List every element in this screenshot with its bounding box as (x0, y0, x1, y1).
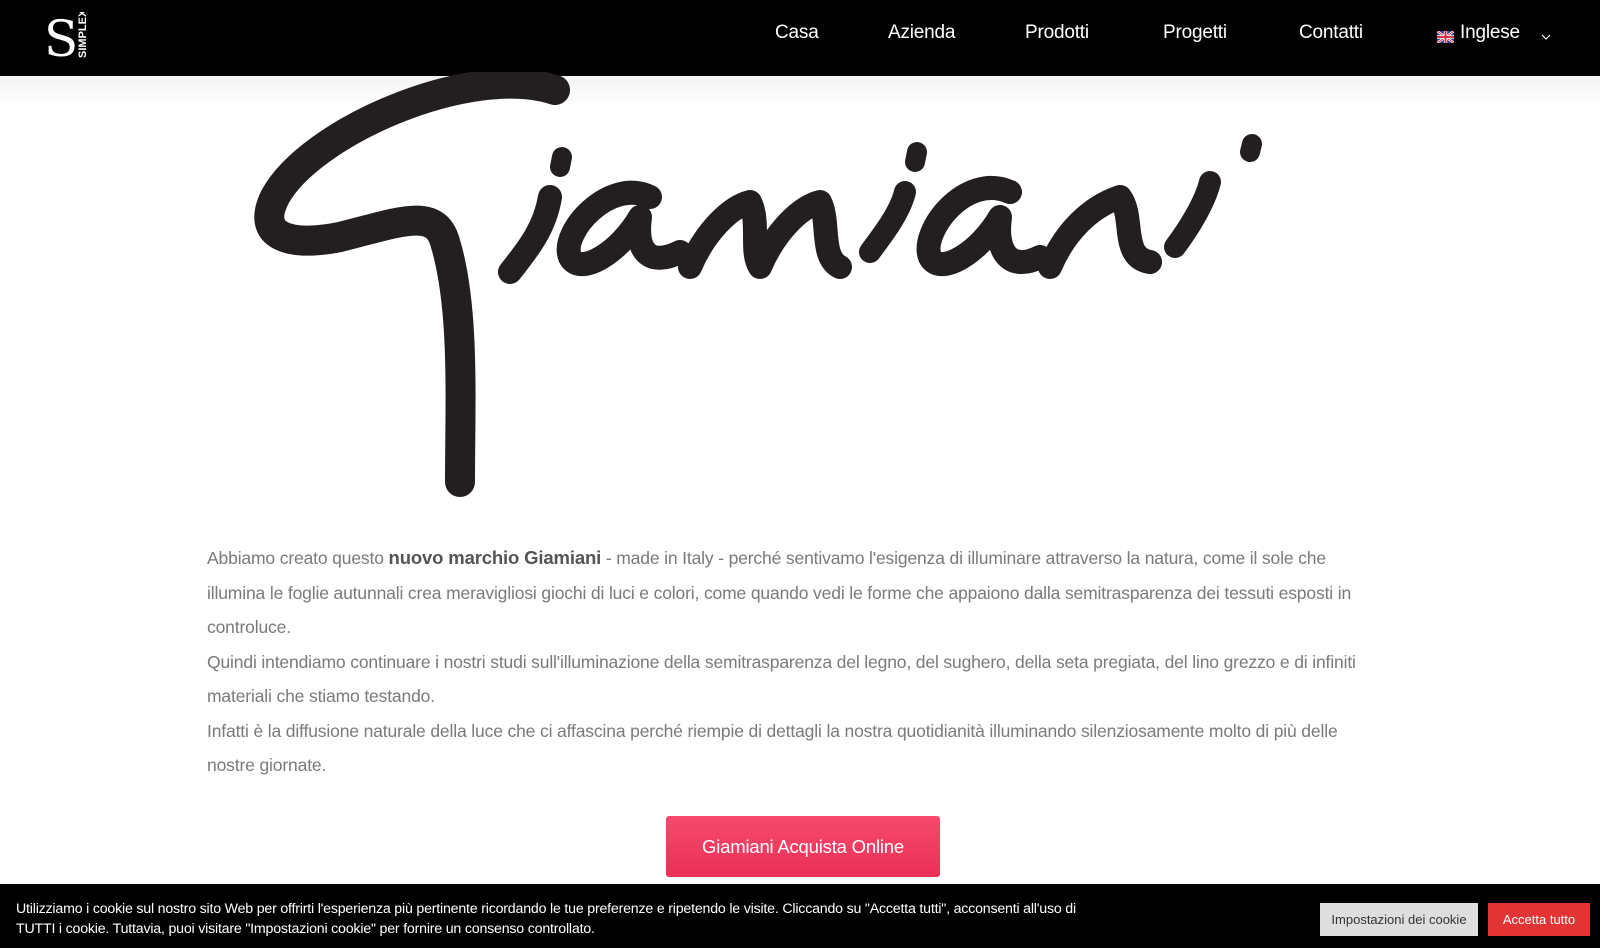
nav-prodotti[interactable]: Prodotti (1025, 0, 1089, 66)
logo-letter: S (44, 12, 78, 60)
nav-azienda[interactable]: Azienda (888, 0, 955, 66)
uk-flag-icon (1436, 27, 1455, 44)
nav-progetti[interactable]: Progetti (1163, 0, 1227, 66)
chevron-down-icon (1540, 27, 1552, 40)
nav-contatti[interactable]: Contatti (1299, 0, 1363, 66)
site-header: S SIMPLEX Casa Azienda Prodotti Progetti… (0, 0, 1600, 76)
paragraph-1: Abbiamo creato questo nuovo marchio Giam… (207, 547, 1352, 637)
cookie-settings-button[interactable]: Impostazioni dei cookie (1320, 903, 1478, 936)
nav-casa[interactable]: Casa (775, 0, 819, 66)
language-selector[interactable]: Inglese (1436, 0, 1552, 66)
brand-description: Abbiamo creato questo nuovo marchio Giam… (207, 541, 1387, 783)
cookie-notice-text: Utilizziamo i cookie sul nostro sito Web… (16, 901, 1076, 937)
simplex-logo[interactable]: S SIMPLEX (44, 12, 94, 60)
logo-word: SIMPLEX (77, 12, 89, 58)
shop-online-button[interactable]: Giamiani Acquista Online (666, 816, 940, 877)
giamiani-signature-logo (250, 68, 1340, 512)
language-label: Inglese (1460, 22, 1520, 43)
paragraph-2: Quindi intendiamo continuare i nostri st… (207, 651, 1356, 707)
accept-all-cookies-button[interactable]: Accetta tutto (1488, 903, 1590, 936)
paragraph-3: Infatti è la diffusione naturale della l… (207, 720, 1338, 776)
brand-name-bold: nuovo marchio Giamiani (388, 547, 602, 568)
